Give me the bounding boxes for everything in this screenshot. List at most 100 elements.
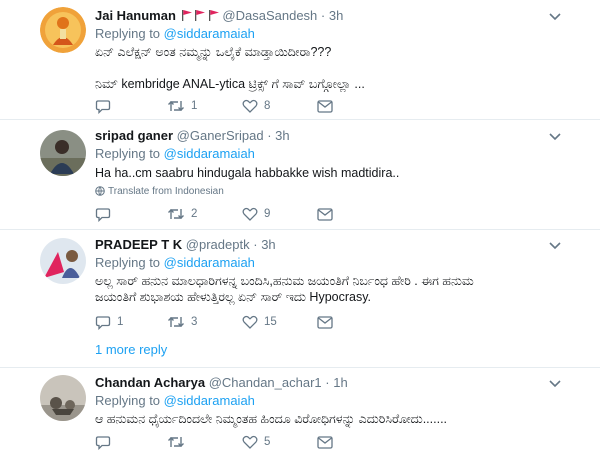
retweet-count: 3 bbox=[191, 316, 198, 328]
like-icon bbox=[242, 99, 258, 113]
retweet-action[interactable]: 1 bbox=[167, 98, 197, 114]
avatar[interactable] bbox=[40, 238, 86, 284]
retweet-icon bbox=[168, 317, 184, 327]
tweet-text-line: ಜಯಂತಿಗೆ ಶುಭಾಶಯ ಹೇಳುತ್ತಿರಲ್ಲ ಏನ್ ಸಾರ್ ಇದು… bbox=[95, 290, 372, 304]
like-action[interactable]: 5 bbox=[242, 434, 270, 450]
tweet-text-line: ನಿಮ್ kembridge ANAL-ytica ಟ್ರಿಕ್ಸ್ ಗೆ ಸಾ… bbox=[95, 77, 365, 91]
like-count: 9 bbox=[264, 208, 271, 220]
user-handle[interactable]: @DasaSandesh bbox=[222, 8, 317, 23]
timestamp[interactable]: 3h bbox=[329, 8, 343, 23]
replying-to-label: Replying to bbox=[95, 393, 164, 408]
tweet-text-line bbox=[95, 60, 565, 76]
retweet-icon bbox=[168, 101, 184, 111]
like-count: 15 bbox=[264, 316, 277, 328]
avatar[interactable] bbox=[40, 375, 86, 421]
flag-icon bbox=[208, 10, 219, 21]
tweet-text-line: ಆ ಹನುಮನ ಧೈರ್ಯದಿಂದಲೇ ನಿಮ್ಮಂತಹ ಹಿಂದೂ ವಿರೋಧ… bbox=[95, 412, 448, 426]
like-icon bbox=[242, 207, 258, 221]
replying-to: Replying to @siddaramaiah bbox=[95, 146, 255, 161]
retweet-count: 1 bbox=[191, 100, 198, 112]
tweet-text-line: ಏನ್ ಎಲೆಕ್ಷನ್ ಅಂತ ನಮ್ಮನ್ನು ಒಲೈಕೆ ಮಾಡ್ತಾಯಿ… bbox=[95, 45, 332, 59]
message-action[interactable] bbox=[317, 434, 333, 450]
tweet-text-line: Ha ha..cm saabru hindugala habbakke wish… bbox=[95, 166, 400, 180]
reply-count: 1 bbox=[117, 316, 124, 328]
message-action[interactable] bbox=[317, 98, 333, 114]
reply-tweet[interactable]: Chandan Acharya @Chandan_achar1 · 1h Rep… bbox=[0, 368, 600, 450]
replying-to-label: Replying to bbox=[95, 146, 164, 161]
tweet-actions: 1 8 bbox=[95, 98, 355, 114]
display-name[interactable]: Chandan Acharya bbox=[95, 375, 205, 390]
caret-down-icon[interactable] bbox=[548, 376, 562, 390]
like-action[interactable]: 15 bbox=[242, 314, 277, 330]
user-handle[interactable]: @pradeptk bbox=[186, 237, 250, 252]
replying-to: Replying to @siddaramaiah bbox=[95, 26, 255, 41]
reply-tweet[interactable]: Jai Hanuman @DasaSandesh · 3h Replying t… bbox=[0, 0, 600, 120]
like-icon bbox=[242, 315, 258, 329]
timestamp[interactable]: 3h bbox=[275, 128, 289, 143]
tweet-actions: 5 bbox=[95, 434, 355, 450]
retweet-action[interactable]: 2 bbox=[167, 206, 197, 222]
tweet-actions: 1 3 15 bbox=[95, 314, 355, 330]
separator-dot: · bbox=[320, 8, 326, 23]
retweet-icon bbox=[168, 209, 184, 219]
like-count: 8 bbox=[264, 100, 271, 112]
like-action[interactable]: 8 bbox=[242, 98, 270, 114]
more-replies-link[interactable]: 1 more reply bbox=[95, 342, 167, 357]
reply-icon bbox=[95, 207, 111, 222]
reply-icon bbox=[95, 435, 111, 450]
tweet-text: ಆ ಹನುಮನ ಧೈರ್ಯದಿಂದಲೇ ನಿಮ್ಮಂತಹ ಹಿಂದೂ ವಿರೋಧ… bbox=[95, 411, 565, 427]
separator-dot: · bbox=[253, 237, 258, 252]
tweet-header: Chandan Acharya @Chandan_achar1 · 1h bbox=[95, 375, 348, 390]
replying-to: Replying to @siddaramaiah bbox=[95, 393, 255, 408]
message-icon bbox=[317, 435, 333, 449]
tweet-text: ಏನ್ ಎಲೆಕ್ಷನ್ ಅಂತ ನಮ್ಮನ್ನು ಒಲೈಕೆ ಮಾಡ್ತಾಯಿ… bbox=[95, 44, 565, 92]
timestamp[interactable]: 1h bbox=[333, 375, 347, 390]
like-count: 5 bbox=[264, 436, 271, 448]
message-icon bbox=[317, 99, 333, 113]
mention-link[interactable]: @siddaramaiah bbox=[164, 146, 255, 161]
tweet-header: sripad ganer @GanerSripad · 3h bbox=[95, 128, 290, 143]
caret-down-icon[interactable] bbox=[548, 238, 562, 252]
message-action[interactable] bbox=[317, 314, 333, 330]
user-handle[interactable]: @Chandan_achar1 bbox=[209, 375, 322, 390]
replying-to-label: Replying to bbox=[95, 255, 164, 270]
display-name[interactable]: Jai Hanuman bbox=[95, 8, 176, 23]
mention-link[interactable]: @siddaramaiah bbox=[164, 393, 255, 408]
flag-icon bbox=[195, 10, 206, 21]
retweet-action[interactable]: 3 bbox=[167, 314, 197, 330]
tweet-text: Ha ha..cm saabru hindugala habbakke wish… bbox=[95, 165, 565, 181]
flag-icon bbox=[181, 10, 192, 21]
replying-to: Replying to @siddaramaiah bbox=[95, 255, 255, 270]
caret-down-icon[interactable] bbox=[548, 9, 562, 23]
mention-link[interactable]: @siddaramaiah bbox=[164, 26, 255, 41]
flag-emoji-group bbox=[181, 9, 219, 24]
display-name[interactable]: sripad ganer bbox=[95, 128, 173, 143]
display-name[interactable]: PRADEEP T K bbox=[95, 237, 182, 252]
message-icon bbox=[317, 315, 333, 329]
retweet-icon bbox=[168, 437, 184, 447]
reply-icon bbox=[95, 315, 111, 330]
reply-action[interactable] bbox=[95, 434, 117, 450]
tweet-header: PRADEEP T K @pradeptk · 3h bbox=[95, 237, 276, 252]
user-handle[interactable]: @GanerSripad bbox=[177, 128, 264, 143]
tweet-text-line: ಅಲ್ಲ ಸಾರ್ ಹನುನ ಮಾಲಧಾರಿಗಳನ್ನ ಬಂದಿಸಿ,ಹನುಮ … bbox=[95, 274, 474, 288]
like-action[interactable]: 9 bbox=[242, 206, 270, 222]
reply-action[interactable]: 1 bbox=[95, 314, 123, 330]
reply-action[interactable] bbox=[95, 98, 117, 114]
translate-link[interactable]: Translate from Indonesian bbox=[95, 186, 224, 197]
message-action[interactable] bbox=[317, 206, 333, 222]
tweet-text: ಅಲ್ಲ ಸಾರ್ ಹನುನ ಮಾಲಧಾರಿಗಳನ್ನ ಬಂದಿಸಿ,ಹನುಮ … bbox=[95, 273, 565, 305]
avatar[interactable] bbox=[40, 7, 86, 53]
timestamp[interactable]: 3h bbox=[261, 237, 275, 252]
reply-tweet[interactable]: sripad ganer @GanerSripad · 3h Replying … bbox=[0, 120, 600, 230]
mention-link[interactable]: @siddaramaiah bbox=[164, 255, 255, 270]
tweet-actions: 2 9 bbox=[95, 206, 355, 222]
retweet-action[interactable] bbox=[167, 434, 191, 450]
caret-down-icon[interactable] bbox=[548, 129, 562, 143]
separator-dot: · bbox=[325, 375, 330, 390]
reply-action[interactable] bbox=[95, 206, 117, 222]
reply-tweet[interactable]: PRADEEP T K @pradeptk · 3h Replying to @… bbox=[0, 230, 600, 368]
tweet-header: Jai Hanuman @DasaSandesh · 3h bbox=[95, 8, 343, 24]
separator-dot: · bbox=[267, 128, 272, 143]
avatar[interactable] bbox=[40, 130, 86, 176]
